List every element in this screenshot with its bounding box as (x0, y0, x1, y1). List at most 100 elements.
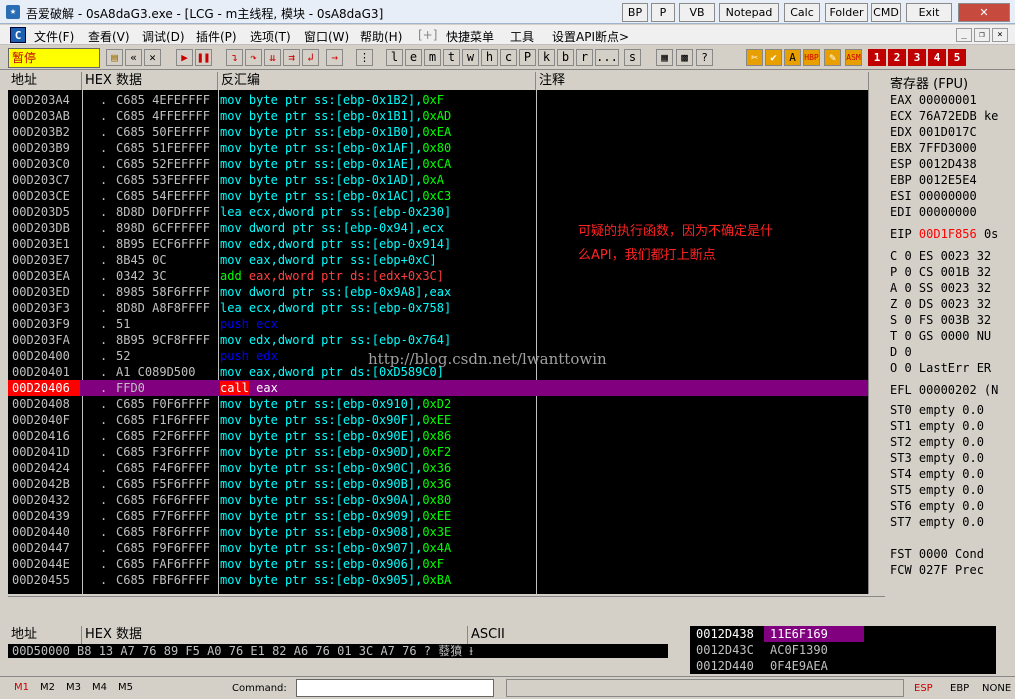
asm-icon[interactable]: ASM (845, 49, 862, 66)
title-button-cmd[interactable]: CMD (871, 3, 901, 22)
plugin-icon-3[interactable]: A (784, 49, 801, 66)
title-button-bp[interactable]: BP (622, 3, 648, 22)
fpu-register[interactable]: ST0 empty 0.0 (890, 402, 1015, 418)
disasm-row[interactable]: 00D2041D. C685 F3F6FFFF mov byte ptr ss:[e… (8, 444, 868, 460)
dump-ascii-header[interactable]: ASCII (468, 626, 668, 644)
register-value[interactable]: 0012D438 (919, 157, 977, 171)
flag-row[interactable]: S 0 FS 003B 32 (890, 312, 1015, 328)
quick-3-button[interactable]: 3 (908, 49, 926, 66)
memory-tab-m3[interactable]: M3 (66, 682, 81, 693)
disasm-row[interactable]: 00D203ED. 8985 58F6FFFF mov dword ptr ss:[… (8, 284, 868, 300)
plugin-icon-4[interactable]: ✎ (824, 49, 841, 66)
trace-over-icon[interactable]: ⇉ (283, 49, 300, 66)
title-button-folder[interactable]: Folder (825, 3, 868, 22)
menu-api-breakpoint[interactable]: 设置API断点> (552, 28, 629, 45)
stack-row[interactable]: 0012D440 0F4E9AEA (690, 658, 996, 674)
disasm-row[interactable]: 00D20406. FFD0 call eax (8, 380, 868, 396)
dump-hex-header[interactable]: HEX 数据 (82, 626, 468, 644)
go-to-icon[interactable]: → (326, 49, 343, 66)
run-icon[interactable]: ▶ (176, 49, 193, 66)
fpu-register[interactable]: ST1 empty 0.0 (890, 418, 1015, 434)
disasm-row[interactable]: 00D20424. C685 F4F6FFFF mov byte ptr ss:[e… (8, 460, 868, 476)
plugin-icon-2[interactable]: ✔ (765, 49, 782, 66)
fpu-register[interactable]: ST4 empty 0.0 (890, 466, 1015, 482)
register-edi[interactable]: EDI 00000000 (890, 204, 1015, 220)
fpu-register[interactable]: ST3 empty 0.0 (890, 450, 1015, 466)
toolbar-callstack-button[interactable]: k (538, 49, 555, 66)
open-icon[interactable]: ▤ (106, 49, 123, 66)
toolbar-log-button[interactable]: l (386, 49, 403, 66)
close-window-button[interactable]: ✕ (958, 3, 1010, 22)
disasm-row[interactable]: 00D20408. C685 F0F6FFFF mov byte ptr ss:[e… (8, 396, 868, 412)
registers-pane[interactable]: 寄存器 (FPU) EAX 00000001 ECX 76A72EDB ke ED… (886, 72, 1015, 622)
flag-row[interactable]: A 0 SS 0023 32 (890, 280, 1015, 296)
disasm-row[interactable]: 00D203B2. C685 50FEFFFF mov byte ptr ss:[e… (8, 124, 868, 140)
disassembly-pane[interactable]: 00D203A4. C685 4EFEFFFF mov byte ptr ss:[e… (8, 90, 868, 594)
disasm-row[interactable]: 00D203EA. 0342 3C add eax,dword ptr ds:[ed… (8, 268, 868, 284)
flag-row[interactable]: D 0 (890, 344, 1015, 360)
menu-plugins[interactable]: 插件(P) (196, 28, 237, 45)
title-button-notepad[interactable]: Notepad (719, 3, 779, 22)
title-button-vb[interactable]: VB (679, 3, 715, 22)
register-value[interactable]: 76A72EDB (919, 109, 977, 123)
toolbar-patches-button[interactable]: P (519, 49, 536, 66)
disasm-row[interactable]: 00D20455. C685 FBF6FFFF mov byte ptr ss:[e… (8, 572, 868, 588)
menu-file[interactable]: 文件(F) (34, 28, 74, 45)
fpu-register[interactable]: ST6 empty 0.0 (890, 498, 1015, 514)
quick-5-button[interactable]: 5 (948, 49, 966, 66)
fpu-register[interactable]: ST7 empty 0.0 (890, 514, 1015, 530)
stack-none-button[interactable]: NONE (982, 683, 1011, 694)
disasm-row[interactable]: 00D203A4. C685 4EFEFFFF mov byte ptr ss:[e… (8, 92, 868, 108)
toolbar-breakpoints-button[interactable]: b (557, 49, 574, 66)
disasm-row[interactable]: 00D20432. C685 F6F6FFFF mov byte ptr ss:[e… (8, 492, 868, 508)
memory-tab-m5[interactable]: M5 (118, 682, 133, 693)
pause-icon[interactable]: ❚❚ (195, 49, 212, 66)
disasm-row[interactable]: 00D203FA. 8B95 9CF8FFFF mov edx,dword ptr … (8, 332, 868, 348)
dump-row[interactable]: 00D50000 B8 13 A7 76 89 F5 A0 76 E1 82 A… (8, 644, 668, 658)
toolbar-references-button[interactable]: r (576, 49, 593, 66)
quick-1-button[interactable]: 1 (868, 49, 886, 66)
register-value[interactable]: 001D017C (919, 125, 977, 139)
register-value[interactable]: 7FFD3000 (919, 141, 977, 155)
toolbar-windows-button[interactable]: w (462, 49, 479, 66)
flag-row[interactable]: Z 0 DS 0023 32 (890, 296, 1015, 312)
stack-row[interactable]: 0012D438 11E6F169 (690, 626, 996, 642)
close-icon[interactable]: × (992, 28, 1008, 42)
execute-till-return-icon[interactable]: ↲ (302, 49, 319, 66)
flag-row[interactable]: C 0 ES 0023 32 (890, 248, 1015, 264)
addr-column-header[interactable]: 地址 (8, 72, 82, 90)
menu-shortcut[interactable]: 快捷菜单 (446, 28, 494, 45)
quick-2-button[interactable]: 2 (888, 49, 906, 66)
register-eip[interactable]: EIP 00D1F856 0s (890, 226, 1015, 242)
command-input[interactable] (296, 679, 494, 697)
menu-tools[interactable]: 工具 (510, 28, 534, 45)
title-button-p[interactable]: P (651, 3, 675, 22)
fpu-control[interactable]: FCW 027F Prec (890, 562, 1015, 578)
memory-tab-m1[interactable]: M1 (14, 682, 29, 693)
help-icon[interactable]: ? (696, 49, 713, 66)
register-value[interactable]: 00D1F856 (919, 227, 977, 241)
register-esp[interactable]: ESP 0012D438 (890, 156, 1015, 172)
menu-help[interactable]: 帮助(H) (360, 28, 402, 45)
title-button-calc[interactable]: Calc (784, 3, 820, 22)
disasm-row[interactable]: 00D203CE. C685 54FEFFFF mov byte ptr ss:[e… (8, 188, 868, 204)
stack-esp-button[interactable]: ESP (914, 683, 933, 694)
register-efl[interactable]: EFL 00000202 (N (890, 382, 1015, 398)
trace-icon[interactable]: ⋮ (356, 49, 373, 66)
toolbar-source-button[interactable]: s (624, 49, 641, 66)
disasm-row[interactable]: 00D2042B. C685 F5F6FFFF mov byte ptr ss:[e… (8, 476, 868, 492)
register-esi[interactable]: ESI 00000000 (890, 188, 1015, 204)
quick-4-button[interactable]: 4 (928, 49, 946, 66)
register-eax[interactable]: EAX 00000001 (890, 92, 1015, 108)
fpu-status[interactable]: FST 0000 Cond (890, 546, 1015, 562)
disasm-row[interactable]: 00D2044E. C685 FAF6FFFF mov byte ptr ss:[e… (8, 556, 868, 572)
flag-row[interactable]: O 0 LastErr ER (890, 360, 1015, 376)
register-edx[interactable]: EDX 001D017C (890, 124, 1015, 140)
toolbar-run-trace-button[interactable]: ... (595, 49, 619, 66)
close-file-icon[interactable]: ✕ (144, 49, 161, 66)
hex-column-header[interactable]: HEX 数据 (82, 72, 218, 90)
register-value[interactable]: 00000001 (919, 93, 977, 107)
menu-view[interactable]: 查看(V) (88, 28, 130, 45)
menu-options[interactable]: 选项(T) (250, 28, 291, 45)
disasm-row[interactable]: 00D20416. C685 F2F6FFFF mov byte ptr ss:[e… (8, 428, 868, 444)
